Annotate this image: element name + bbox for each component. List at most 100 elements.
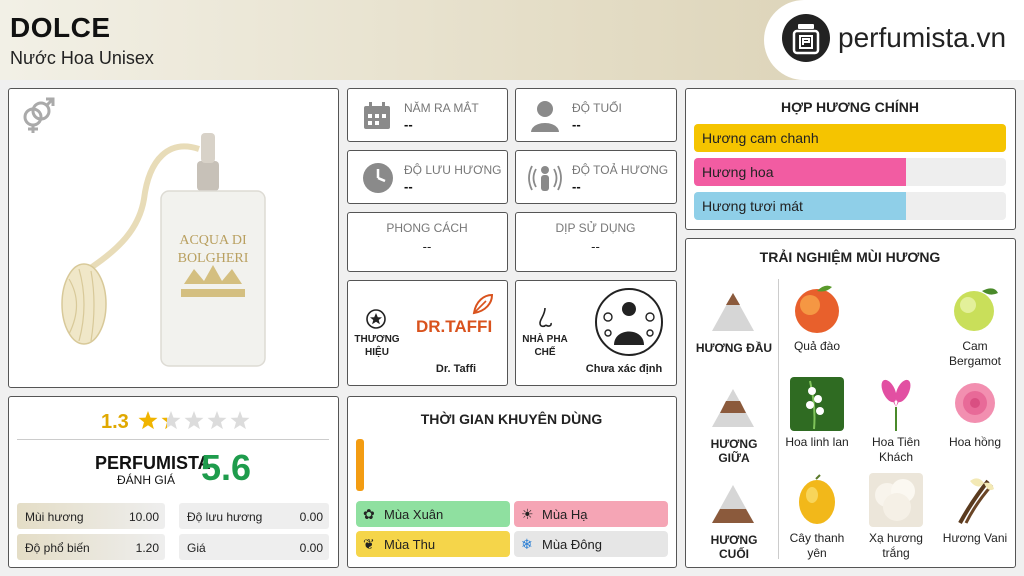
age-cell: ĐỘ TUỔI --	[515, 88, 677, 142]
tier-label-middle: HƯƠNG GIỮA	[710, 437, 758, 465]
leaf-autumn-icon: ❦	[363, 536, 375, 552]
accord-row: Hương hoa	[694, 158, 1006, 186]
bergamot-image	[948, 281, 1002, 335]
recommended-time-panel: THỜI GIAN KHUYÊN DÙNG ✿ Mùa Xuân ☀ Mùa Hạ …	[347, 396, 677, 568]
note-label: Xạ hương trắng	[869, 531, 923, 560]
accord-label: Hương cam chanh	[702, 130, 819, 146]
note-label: Hoa linh lan	[785, 435, 849, 449]
note-label: Hương Vani	[942, 531, 1008, 545]
accord-row: Hương tươi mát	[694, 192, 1006, 220]
note-label: Cam Bergamot	[948, 339, 1002, 368]
divider	[17, 439, 329, 440]
peach-image	[790, 281, 844, 335]
scent-experience-title: TRẢI NGHIỆM MÙI HƯƠNG	[759, 249, 941, 265]
note-label: Quả đào	[793, 339, 841, 353]
star-icon[interactable]	[230, 411, 250, 430]
brand-logo-area[interactable]: perfumista.vn	[764, 0, 1024, 80]
sillage-cell: ĐỘ TOẢ HƯƠNG --	[515, 150, 677, 204]
perfumer-avatar	[594, 287, 664, 362]
age-label: ĐỘ TUỔI	[572, 101, 622, 115]
scent-experience-panel: TRẢI NGHIỆM MÙI HƯƠNG HƯƠNG ĐẦU HƯƠNG GI…	[685, 238, 1016, 568]
style-cell: PHONG CÁCH --	[347, 212, 508, 272]
cyclamen-image	[869, 377, 923, 431]
perfumista-label: PERFUMISTA	[95, 453, 211, 473]
brand-logo-text: DR.TAFFI	[416, 317, 493, 336]
clock-icon	[362, 162, 394, 199]
sillage-value: --	[572, 179, 581, 194]
note-label: Cây thanh yên	[789, 531, 845, 560]
release-year-cell: NĂM RA MẮT --	[347, 88, 508, 142]
svg-text:ACQUA DI: ACQUA DI	[179, 233, 247, 248]
star-icon[interactable]	[207, 411, 227, 430]
perfumista-score: 5.6	[201, 447, 252, 488]
flower-icon: ✿	[363, 506, 375, 522]
nose-icon	[536, 307, 554, 336]
perfume-bottle-icon	[782, 14, 830, 62]
season-autumn: ❦ Mùa Thu	[356, 531, 510, 557]
star-icon[interactable]	[184, 411, 204, 430]
white-musk-image	[869, 473, 923, 527]
main-accords-panel: HỢP HƯƠNG CHÍNH Hương cam chanh Hương ho…	[685, 88, 1016, 230]
brand-name: perfumista.vn	[838, 22, 1007, 53]
sillage-label: ĐỘ TOẢ HƯƠNG	[572, 163, 669, 177]
tier-label-top: HƯƠNG ĐẦU	[695, 341, 773, 355]
perfumer-card[interactable]: NHÀ PHA CHẾ Chưa xác định	[515, 280, 677, 386]
perfume-product-image: ACQUA DI BOLGHERI	[49, 119, 299, 379]
star-icon[interactable]	[161, 411, 181, 430]
pyramid-middle-icon	[710, 387, 756, 434]
star-icon[interactable]	[138, 411, 158, 430]
release-label: NĂM RA MẮT	[404, 101, 479, 115]
page-subtitle: Nước Hoa Unisex	[10, 48, 154, 68]
leaf-icon	[472, 293, 494, 320]
release-value: --	[404, 117, 413, 132]
sun-icon: ☀	[521, 506, 534, 522]
perfumer-name: Chưa xác định	[585, 363, 663, 375]
brand-logo-box: DR.TAFFI	[406, 283, 506, 357]
star-rating[interactable]	[137, 409, 252, 438]
age-value: --	[572, 117, 581, 132]
star-badge-icon	[366, 309, 386, 334]
recommended-time-title: THỜI GIAN KHUYÊN DÙNG	[420, 411, 603, 427]
stat-longevity: Độ lưu hương 0.00	[179, 503, 329, 529]
occasion-cell: DỊP SỬ DỤNG --	[515, 212, 677, 272]
season-spring: ✿ Mùa Xuân	[356, 501, 510, 527]
accord-label: Hương tươi mát	[702, 198, 803, 214]
tier-label-base: HƯƠNG CUỐI	[710, 533, 758, 561]
season-summer: ☀ Mùa Hạ	[514, 501, 668, 527]
style-value: --	[422, 239, 432, 254]
accord-label: Hương hoa	[702, 164, 774, 180]
main-accords-title: HỢP HƯƠNG CHÍNH	[781, 99, 919, 115]
product-image-panel: ACQUA DI BOLGHERI	[8, 88, 339, 388]
accord-row: Hương cam chanh	[694, 124, 1006, 152]
stat-price: Giá 0.00	[179, 534, 329, 560]
perfumista-sublabel: ĐÁNH GIÁ	[117, 473, 176, 487]
stat-scent: Mùi hương 10.00	[17, 503, 165, 529]
longevity-label: ĐỘ LƯU HƯƠNG	[404, 163, 502, 177]
perfumer-card-label: NHÀ PHA CHẾ	[522, 334, 568, 358]
note-label: Hoa hồng	[948, 435, 1002, 449]
occasion-label: DỊP SỬ DỤNG	[555, 221, 636, 235]
rating-panel: 1.3 PERFUMISTA ĐÁNH GIÁ 5.6 Mùi hương 10.…	[8, 396, 339, 568]
page-title: DOLCE	[10, 12, 111, 43]
season-winter: ❄ Mùa Đông	[514, 531, 668, 557]
svg-text:BOLGHERI: BOLGHERI	[178, 251, 249, 266]
stat-popularity: Độ phổ biến 1.20	[17, 534, 165, 560]
sillage-icon	[528, 161, 562, 200]
brand-card-label: THƯƠNG HIỆU	[354, 334, 400, 358]
longevity-cell: ĐỘ LƯU HƯƠNG --	[347, 150, 508, 204]
pyramid-top-icon	[710, 291, 756, 338]
vanilla-image	[948, 473, 1002, 527]
occasion-value: --	[591, 239, 600, 254]
longevity-value: --	[404, 179, 413, 194]
lily-of-valley-image	[790, 377, 844, 431]
vertical-divider	[778, 279, 779, 559]
pyramid-base-icon	[710, 483, 756, 530]
person-icon	[530, 100, 560, 137]
user-rating-score: 1.3	[101, 411, 129, 433]
brand-name: Dr. Taffi	[435, 363, 477, 375]
brand-card[interactable]: THƯƠNG HIỆU DR.TAFFI Dr. Taffi	[347, 280, 508, 386]
citron-image	[790, 473, 844, 527]
rose-image	[948, 377, 1002, 431]
header: DOLCE Nước Hoa Unisex perfumista.vn	[0, 0, 1024, 80]
snowflake-icon: ❄	[521, 536, 533, 552]
